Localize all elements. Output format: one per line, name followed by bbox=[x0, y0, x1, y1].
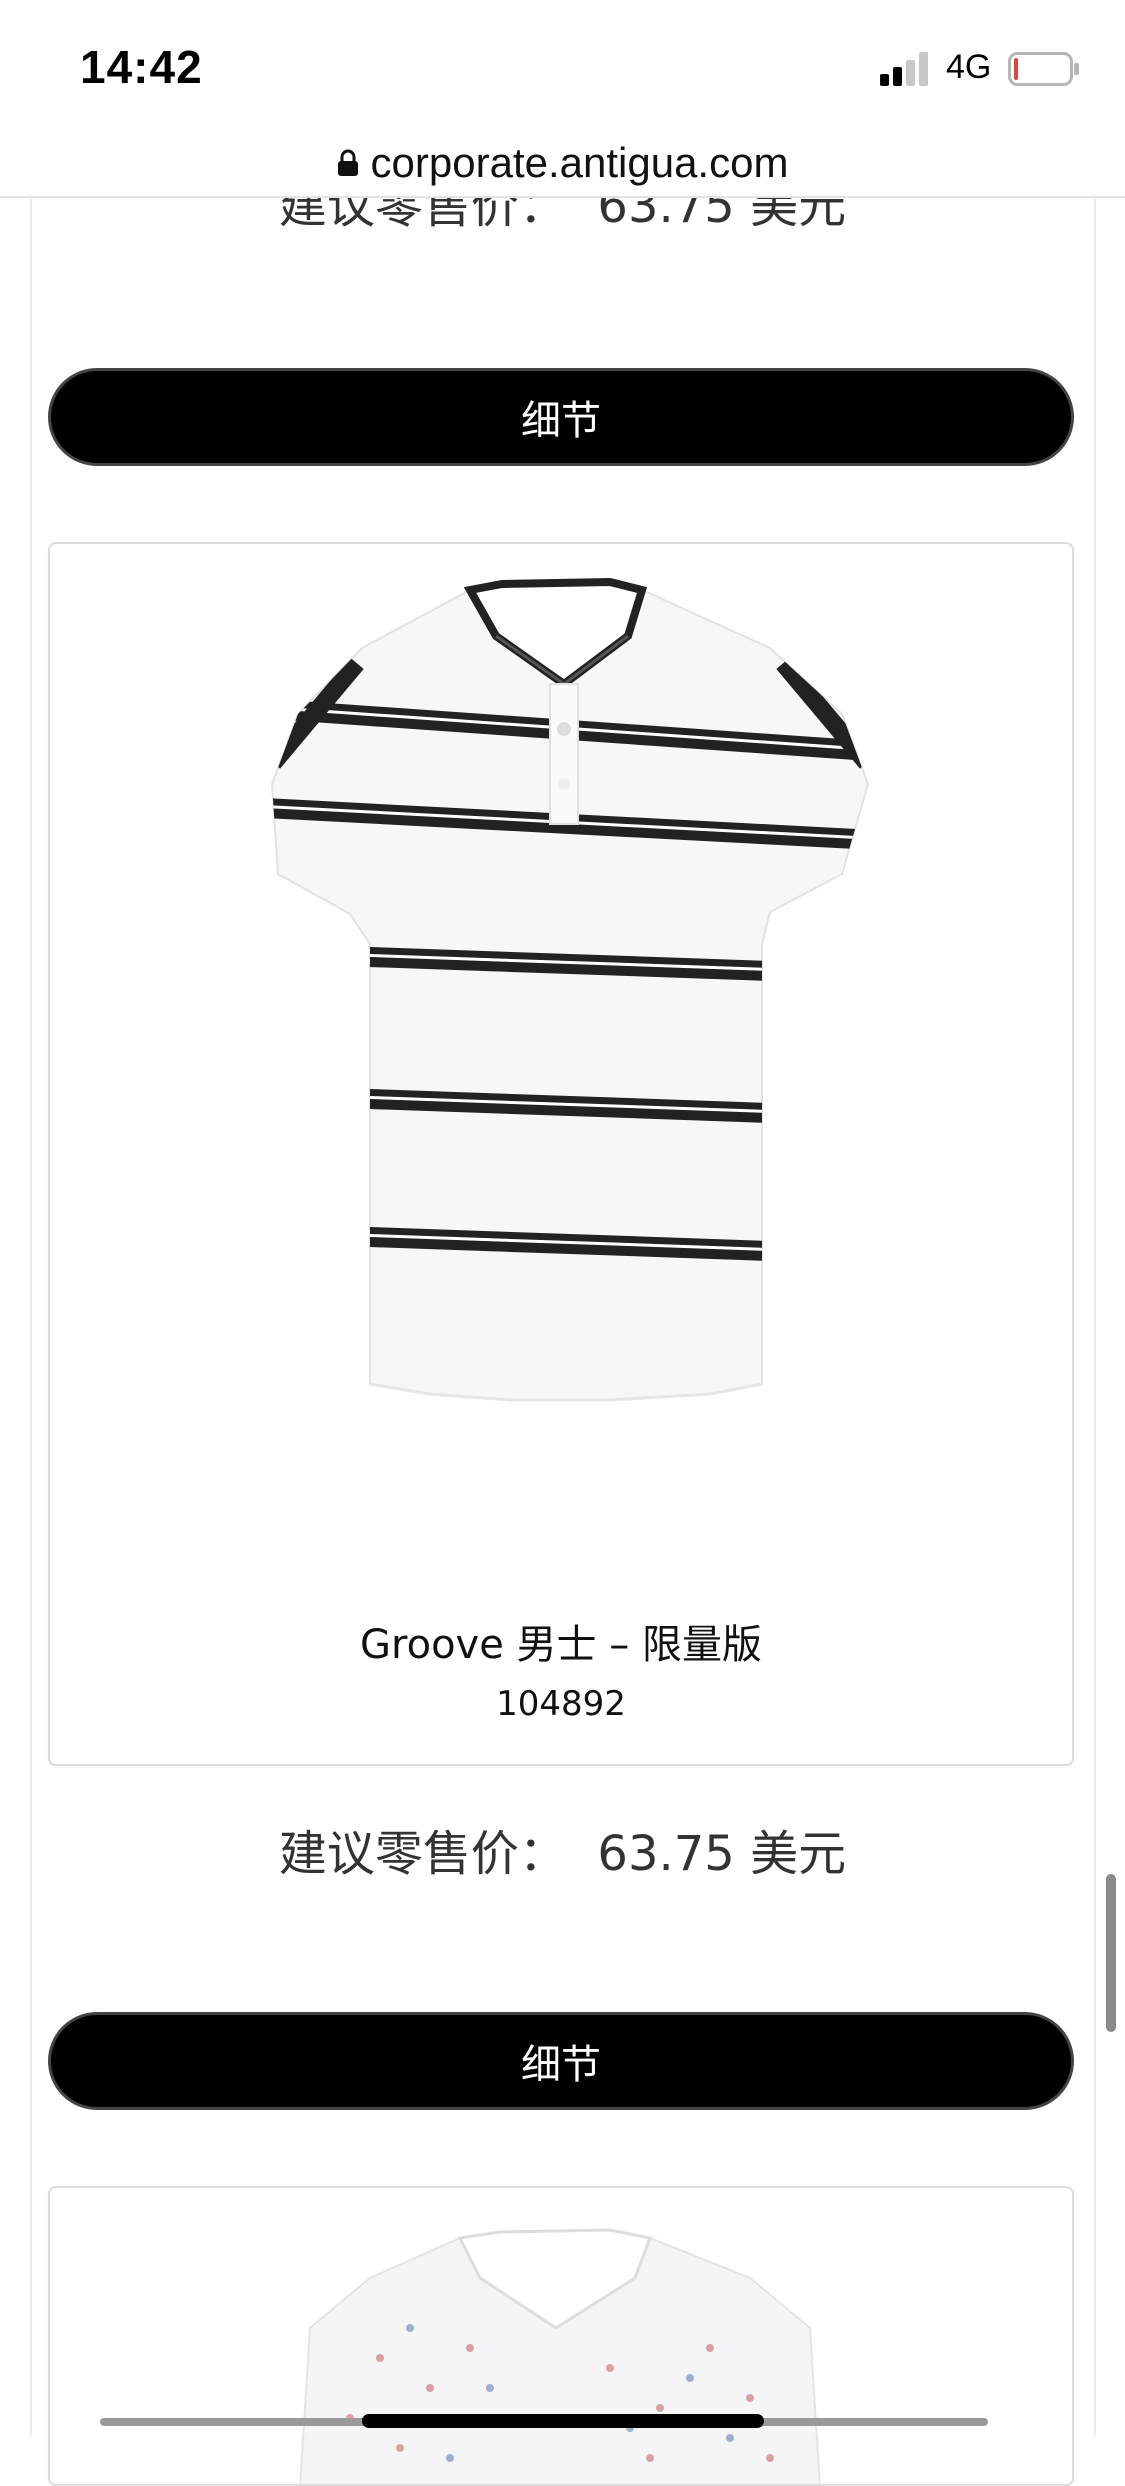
product-sku: 104892 bbox=[496, 1684, 626, 1724]
price-value: 63.75 美元 bbox=[597, 1826, 847, 1882]
home-indicator[interactable] bbox=[362, 2414, 764, 2428]
status-bar: 14:42 4G bbox=[0, 0, 1125, 130]
address-bar[interactable]: corporate.antigua.com bbox=[0, 130, 1125, 198]
price-label: 建议零售价： bbox=[278, 1826, 567, 1882]
product-card[interactable] bbox=[48, 2186, 1074, 2486]
status-time: 14:42 bbox=[80, 41, 203, 93]
url-text: corporate.antigua.com bbox=[370, 139, 789, 186]
page-border-left bbox=[30, 196, 32, 2436]
details-button[interactable]: 细节 bbox=[48, 368, 1074, 466]
product-image[interactable] bbox=[50, 2188, 1072, 2486]
scrollbar[interactable] bbox=[1106, 1874, 1116, 2032]
product-name[interactable]: Groove 男士 – 限量版 bbox=[50, 1612, 1072, 1670]
lock-icon bbox=[337, 149, 358, 176]
cellular-signal-icon bbox=[880, 52, 928, 86]
network-type: 4G bbox=[946, 48, 992, 86]
details-button[interactable]: 细节 bbox=[48, 2012, 1074, 2110]
product-price: 建议零售价： 63.75 美元 bbox=[0, 1814, 1125, 1884]
product-image[interactable] bbox=[50, 544, 1072, 1544]
page-border-right bbox=[1094, 196, 1096, 2436]
product-card[interactable]: Groove 男士 – 限量版 104892 bbox=[48, 542, 1074, 1766]
battery-icon bbox=[1008, 52, 1079, 86]
